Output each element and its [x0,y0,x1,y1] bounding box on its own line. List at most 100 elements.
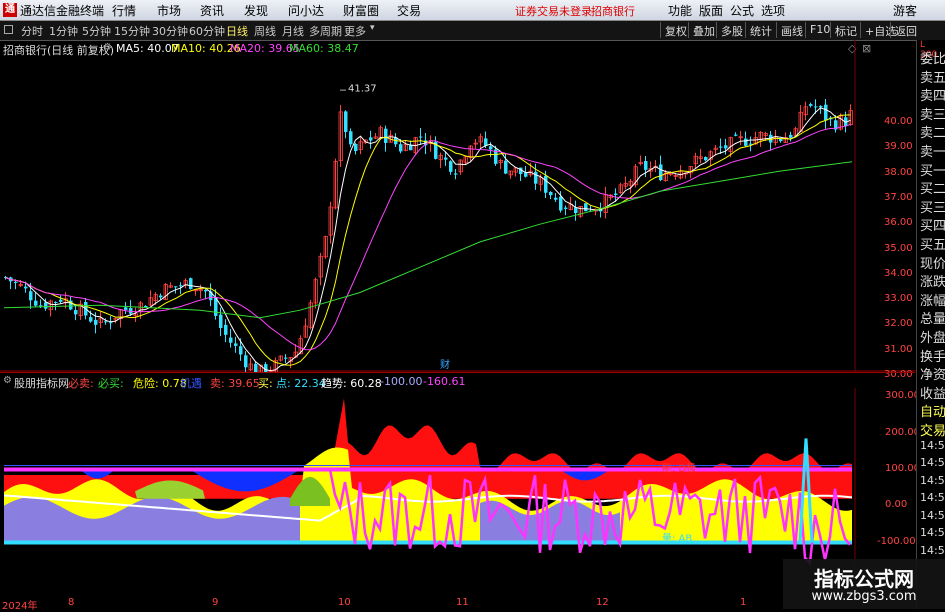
back-button[interactable]: 返回 [890,22,921,38]
side-panel-label: 14:56 [920,509,945,522]
grid-icon[interactable] [4,25,13,34]
candle-body-down [644,161,648,170]
tab-daily[interactable]: 日线 [226,23,248,39]
user-guest[interactable]: 游客 [893,2,917,19]
candle-body-down [549,192,553,195]
side-panel-label: 买三 [920,197,945,216]
candle-body-down [229,338,233,343]
draw-button[interactable]: 画线 [776,22,807,38]
menu-item-ask[interactable]: 问小达 [288,2,324,19]
candle-body-down [354,144,358,151]
label-ab: 量: AB [662,533,692,545]
y-tick-main: 38.00 [884,167,913,178]
indicator-minus100: -100.00 [380,375,422,388]
ma-line [6,108,851,371]
finance-marker: 财 [440,358,450,371]
side-panel-label: 卖五 [920,67,945,86]
tab-multi-period[interactable]: 多周期 [309,23,342,39]
side-panel-label: 涨幅 [920,290,945,309]
x-tick: 11 [456,597,469,608]
candle-body-down [779,139,783,141]
indicator-header: ⚙ 股朋指标网 必卖: 必买: 危险: 0.78 机遇 卖: 39.65 买: … [0,372,915,389]
site-watermark: 指标公式网 www.zbgs3.com [783,559,945,609]
candle-body-down [449,161,453,172]
mark-button[interactable]: 标记 [830,22,861,38]
candle-body-down [44,302,48,308]
side-panel-label[interactable]: 自动 [920,401,945,420]
candle-body-down [484,138,488,145]
adjust-button[interactable]: 复权 [660,22,691,38]
tab-intraday[interactable]: 分时 [21,23,43,39]
stats-button[interactable]: 统计 [745,22,776,38]
side-panel-label: 14:56 [920,491,945,504]
y-tick-main: 33.00 [884,293,913,304]
side-panel-label: 14:56 [920,544,945,557]
candle-body-down [124,307,128,310]
candle-body-down [239,346,243,354]
menu-options[interactable]: 选项 [761,2,785,19]
tab-more[interactable]: 更多 [344,23,366,39]
tab-30min[interactable]: 30分钟 [152,23,188,39]
multi-stock-button[interactable]: 多股 [716,22,747,38]
candle-body-down [719,147,723,148]
quote-side-panel: L300 委比卖五卖四卖三卖二卖一买一买二买三买四买五现价涨跌涨幅总量外盘换手净… [916,40,945,609]
candle-body-down [399,144,403,151]
y-tick-indicator: 300.00 [885,390,920,401]
candle-body-down [59,300,63,302]
side-panel-label: 14:56 [920,526,945,539]
menu-item-market[interactable]: 市场 [157,2,181,19]
menu-item-wealth[interactable]: 财富圈 [343,2,379,19]
y-tick-main: 36.00 [884,217,913,228]
candle-body-down [14,282,18,283]
x-tick: 8 [68,597,74,608]
candle-body-down [234,343,238,345]
side-panel-label: 买二 [920,178,945,197]
menu-formula[interactable]: 公式 [730,2,754,19]
overlay-button[interactable]: 叠加 [688,22,719,38]
ma-line [6,115,851,365]
tab-monthly[interactable]: 月线 [282,23,304,39]
candle-body-down [349,131,353,144]
candle-body-down [219,315,223,328]
side-panel-label: 买五 [920,234,945,253]
candle-body-down [814,106,818,107]
candle-body-down [34,301,38,306]
candle-body-down [744,139,748,146]
tab-5min[interactable]: 5分钟 [82,23,111,39]
login-status[interactable]: 证券交易未登录 [515,3,592,19]
watermark-url: www.zbgs3.com [783,589,945,604]
x-tick: 1 [740,597,746,608]
candle-body-down [534,172,538,184]
ma60-line [4,162,852,318]
candle-body-down [109,322,113,323]
menu-function[interactable]: 功能 [668,2,692,19]
candle-body-down [724,145,728,148]
candle-body-down [284,358,288,359]
y-tick-main: 32.00 [884,318,913,329]
tab-15min[interactable]: 15分钟 [114,23,150,39]
menu-item-trade[interactable]: 交易 [397,2,421,19]
candle-body-down [419,137,423,138]
app-logo-icon: 通 [3,3,17,17]
candle-body-down [189,278,193,289]
candlestick-chart: 41.3729.93财 [0,40,916,372]
period-toolbar: 分时 1分钟 5分钟 15分钟 30分钟 60分钟 日线 周线 月线 多周期 更… [0,21,945,41]
broker-name[interactable]: 招商银行 [591,3,635,19]
menu-item-quotes[interactable]: 行情 [112,2,136,19]
tab-1min[interactable]: 1分钟 [49,23,78,39]
tab-weekly[interactable]: 周线 [254,23,276,39]
menu-bar: 通 通达信金融终端 行情 市场 资讯 发现 问小达 财富圈 交易 证券交易未登录… [0,0,945,21]
side-panel-label: 卖四 [920,85,945,104]
candle-body-down [174,286,178,287]
chevron-down-icon[interactable]: ▾ [370,23,375,33]
menu-item-discover[interactable]: 发现 [244,2,268,19]
menu-layout[interactable]: 版面 [699,2,723,19]
candle-body-down [344,111,348,132]
menu-item-news[interactable]: 资讯 [200,2,224,19]
side-panel-label[interactable]: 交易 [920,420,945,439]
tab-60min[interactable]: 60分钟 [189,23,225,39]
watermark-title: 指标公式网 [783,563,945,592]
candle-body-down [554,198,558,200]
settings-gear-icon[interactable]: ⚙ [3,375,12,386]
ma-line [6,125,851,350]
